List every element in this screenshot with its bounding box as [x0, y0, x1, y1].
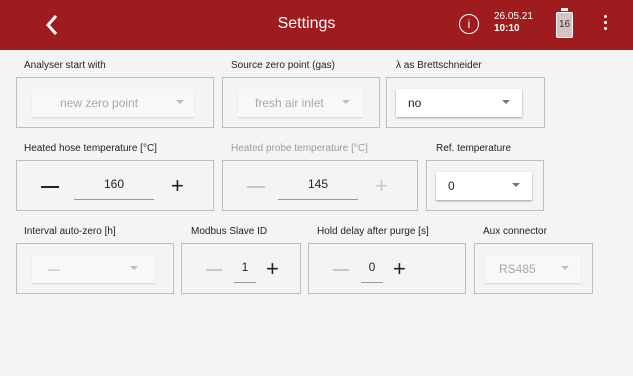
lambda-box: no [386, 77, 545, 128]
heated-probe-decrease-button[interactable] [247, 186, 265, 188]
source-zero-value: fresh air inlet [255, 96, 324, 110]
aux-label: Aux connector [483, 226, 547, 237]
top-bar: Settings i 26.05.21 10:10 16 [0, 0, 633, 50]
page-title: Settings [277, 15, 336, 32]
more-menu-icon[interactable] [602, 15, 608, 35]
hold-delay-decrease-button[interactable] [333, 269, 349, 271]
heated-probe-value[interactable]: 145 [278, 177, 358, 191]
hold-delay-underline [361, 282, 383, 283]
ref-temp-label: Ref. temperature [436, 143, 512, 154]
heated-hose-value[interactable]: 160 [74, 177, 154, 191]
analyser-start-box: new zero point [16, 77, 214, 128]
lambda-value: no [408, 96, 422, 110]
battery-level: 16 [558, 19, 571, 30]
source-zero-box: fresh air inlet [222, 77, 380, 128]
time: 10:10 [494, 23, 520, 34]
ref-temp-value: 0 [448, 179, 455, 193]
hold-delay-label: Hold delay after purge [s] [317, 226, 429, 237]
source-zero-label: Source zero point (gas) [231, 60, 335, 71]
heated-hose-label: Heated hose temperature [°C] [24, 143, 157, 154]
interval-dropdown[interactable]: — [32, 255, 155, 283]
aux-value: RS485 [499, 262, 536, 276]
modbus-label: Modbus Slave ID [191, 226, 268, 237]
info-icon[interactable]: i [459, 14, 479, 34]
hold-delay-increase-button[interactable]: + [393, 258, 406, 280]
analyser-start-dropdown[interactable]: new zero point [32, 89, 194, 117]
chevron-down-icon [342, 100, 350, 104]
lambda-label: λ as Brettschneider [396, 60, 482, 71]
modbus-box: 1 + [181, 243, 301, 294]
heated-hose-increase-button[interactable]: + [171, 175, 184, 197]
date: 26.05.21 [494, 11, 533, 22]
hold-delay-box: 0 + [308, 243, 466, 294]
heated-hose-underline [74, 199, 154, 200]
chevron-down-icon [176, 100, 184, 104]
modbus-value[interactable]: 1 [234, 260, 256, 274]
ref-temp-dropdown[interactable]: 0 [436, 172, 532, 200]
lambda-dropdown[interactable]: no [396, 89, 522, 117]
heated-probe-increase-button[interactable]: + [375, 175, 388, 197]
date-time: 26.05.21 10:10 [494, 11, 533, 35]
modbus-decrease-button[interactable] [206, 269, 222, 271]
interval-label: Interval auto-zero [h] [24, 226, 116, 237]
analyser-start-label: Analyser start with [24, 60, 106, 71]
aux-box: RS485 [474, 243, 593, 294]
heated-hose-decrease-button[interactable] [41, 186, 59, 188]
interval-value: — [48, 262, 60, 276]
chevron-down-icon [512, 183, 520, 187]
modbus-increase-button[interactable]: + [266, 258, 279, 280]
heated-probe-underline [278, 199, 358, 200]
analyser-start-value: new zero point [60, 96, 139, 110]
chevron-down-icon [561, 266, 569, 270]
heated-probe-box: 145 + [222, 160, 418, 211]
battery-icon: 16 [556, 8, 573, 38]
source-zero-dropdown[interactable]: fresh air inlet [238, 89, 363, 117]
heated-probe-label: Heated probe temperature [°C] [231, 143, 368, 154]
chevron-down-icon [130, 266, 138, 270]
ref-temp-box: 0 [426, 160, 544, 211]
modbus-underline [234, 282, 256, 283]
heated-hose-box: 160 + [16, 160, 214, 211]
interval-box: — [16, 243, 174, 294]
hold-delay-value[interactable]: 0 [361, 260, 383, 274]
aux-dropdown[interactable]: RS485 [485, 255, 581, 283]
chevron-down-icon [502, 100, 510, 104]
